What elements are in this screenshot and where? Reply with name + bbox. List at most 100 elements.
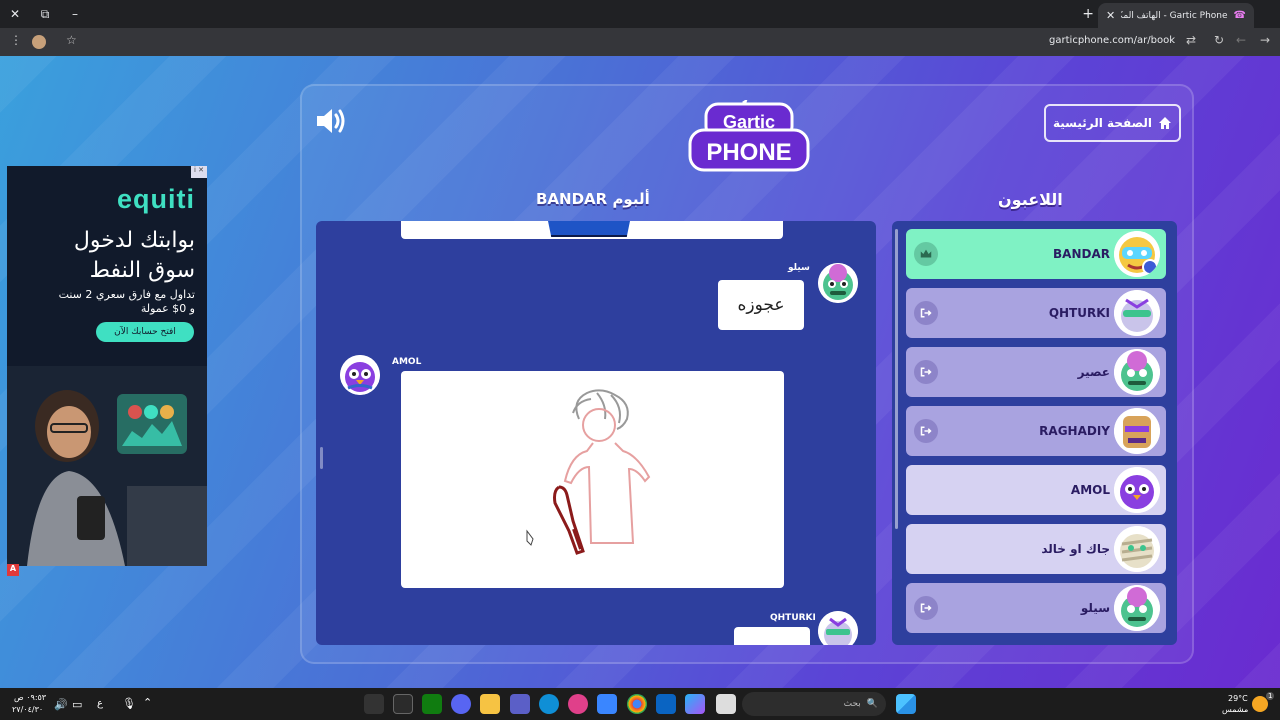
menu-dots-icon[interactable]: ⋮ <box>10 33 22 47</box>
exit-icon[interactable] <box>914 596 938 620</box>
ad-headline: بوابتك لدخول سوق النفط <box>73 228 195 283</box>
player-name: جاك او خالد <box>1041 542 1110 556</box>
tab-close-icon[interactable]: ✕ <box>1106 9 1115 22</box>
site-settings-icon[interactable]: ⇄ <box>1186 33 1196 47</box>
search-icon: 🔍 <box>866 699 878 709</box>
player-name: QHTURKI <box>1048 306 1110 320</box>
windows-taskbar: ٠٩:٥٣ ص ٢٧/٠٤/٣٠ 🔊 ▭ ع 🎙 ⌃ 🔍 بحث 29°C مش… <box>0 688 1280 720</box>
media-player-icon[interactable] <box>568 694 588 714</box>
entry-text: عجوزه <box>718 280 804 330</box>
microphone-icon[interactable]: 🎙 <box>122 697 136 710</box>
exit-icon[interactable] <box>914 301 938 325</box>
store-icon[interactable] <box>597 694 617 714</box>
crown-icon <box>914 242 938 266</box>
page-content: i ✕ equiti بوابتك لدخول سوق النفط تداول … <box>0 56 1280 688</box>
discord-icon[interactable] <box>451 694 471 714</box>
teams-icon[interactable] <box>510 694 530 714</box>
drawing-canvas <box>526 389 651 555</box>
player-avatar <box>1114 408 1160 454</box>
maximize-window-button[interactable]: ⧉ <box>30 0 60 28</box>
album-scroll-handle[interactable] <box>320 447 323 469</box>
player-avatar <box>1114 349 1160 395</box>
search-placeholder: بحث <box>843 699 861 709</box>
minimize-window-button[interactable]: – <box>60 0 90 28</box>
volume-icon[interactable]: 🔊 <box>54 698 68 711</box>
player-name: عصير <box>1077 365 1110 379</box>
entry-text-partial <box>734 627 810 645</box>
album-feed[interactable]: سيلو عجوزه AMOL QHTURKI <box>316 221 876 645</box>
player-avatar <box>1114 526 1160 572</box>
entry-author: AMOL <box>392 357 422 367</box>
bookmark-star-icon[interactable]: ☆ <box>66 33 77 47</box>
app-icon-obs[interactable] <box>364 694 384 714</box>
player-row-silo[interactable]: سيلو <box>906 583 1166 633</box>
exit-icon[interactable] <box>914 360 938 384</box>
exit-icon[interactable] <box>914 419 938 443</box>
notification-count[interactable]: 1 <box>1266 692 1275 700</box>
tab-title: Gartic Phone - الهاتف المكسور <box>1121 10 1228 21</box>
svg-text:PHONE: PHONE <box>706 139 791 166</box>
weather-text[interactable]: مشمس <box>1222 705 1248 714</box>
profile-avatar[interactable] <box>32 35 46 49</box>
taskbar-search[interactable]: 🔍 بحث <box>742 692 886 716</box>
tray-chevron-icon[interactable]: ⌃ <box>143 696 152 709</box>
home-button-label: الصفحة الرئيسية <box>1052 116 1153 130</box>
entry-avatar <box>818 611 858 645</box>
tab-favicon-icon: ☎ <box>1233 10 1246 21</box>
address-bar: ⋮ ☆ garticphone.com/ar/book ⇄ ↻ ← → <box>0 28 1280 56</box>
ad-banner[interactable]: i ✕ equiti بوابتك لدخول سوق النفط تداول … <box>7 166 207 566</box>
epic-games-icon[interactable] <box>393 694 413 714</box>
entry-avatar <box>818 263 858 303</box>
player-avatar <box>1114 290 1160 336</box>
notepad-icon[interactable] <box>716 694 736 714</box>
entry-author: سيلو <box>788 263 810 273</box>
game-container: Gartic PHONE الصفحة الرئيسية ألبوم BANDA… <box>300 84 1194 664</box>
language-indicator[interactable]: ع <box>97 698 103 709</box>
ad-person-image <box>7 366 207 566</box>
weather-sun-icon[interactable] <box>1252 696 1268 712</box>
player-row-amol: AMOL <box>906 465 1166 515</box>
start-button-icon[interactable] <box>896 694 916 714</box>
player-row-aseer[interactable]: عصير <box>906 347 1166 397</box>
players-scroll-handle[interactable] <box>895 229 898 529</box>
ad-cta-button[interactable]: افتح حسابك الآن <box>96 322 194 342</box>
browser-tabbar: ✕ ⧉ – + ☎ Gartic Phone - الهاتف المكسور … <box>0 0 1280 28</box>
file-explorer-icon[interactable] <box>480 694 500 714</box>
clock-time[interactable]: ٠٩:٥٣ ص <box>14 693 46 702</box>
player-row-jack: جاك او خالد <box>906 524 1166 574</box>
browser-tab[interactable]: ☎ Gartic Phone - الهاتف المكسور ✕ <box>1098 3 1254 28</box>
url-text[interactable]: garticphone.com/ar/book <box>1049 35 1175 46</box>
svg-text:Gartic: Gartic <box>723 112 775 132</box>
reload-icon[interactable]: ↻ <box>1214 33 1224 47</box>
close-window-button[interactable]: ✕ <box>0 0 30 28</box>
entry-drawing <box>401 371 784 588</box>
edge-icon[interactable] <box>539 694 559 714</box>
copilot-icon[interactable] <box>685 694 705 714</box>
players-title: اللاعبون <box>998 190 1063 209</box>
players-list: BANDAR QHTURKI عصير RAGHADIY AMOL جاك او… <box>892 221 1177 645</box>
new-tab-button[interactable]: + <box>1082 6 1094 22</box>
home-button[interactable]: الصفحة الرئيسية <box>1044 104 1181 142</box>
forward-icon[interactable]: ← <box>1236 33 1246 47</box>
chrome-icon[interactable] <box>627 694 647 714</box>
player-avatar <box>1114 585 1160 631</box>
ad-report-icon[interactable]: A <box>7 564 19 576</box>
xbox-icon[interactable] <box>422 694 442 714</box>
back-icon[interactable]: → <box>1260 33 1270 47</box>
player-name: AMOL <box>1070 483 1110 497</box>
player-row-qhturki[interactable]: QHTURKI <box>906 288 1166 338</box>
player-name: سيلو <box>1080 601 1110 615</box>
weather-temp[interactable]: 29°C <box>1228 694 1248 703</box>
entry-avatar <box>340 355 380 395</box>
player-row-raghadiy[interactable]: RAGHADIY <box>906 406 1166 456</box>
player-row-bandar: BANDAR <box>906 229 1166 279</box>
player-name: BANDAR <box>1053 247 1110 261</box>
network-icon[interactable]: ▭ <box>72 698 82 711</box>
outlook-icon[interactable] <box>656 694 676 714</box>
ad-logo: equiti <box>117 184 195 214</box>
entry-author: QHTURKI <box>770 613 816 623</box>
clock-date[interactable]: ٢٧/٠٤/٣٠ <box>12 705 43 714</box>
album-title: ألبوم BANDAR <box>536 190 650 208</box>
sound-toggle-icon[interactable] <box>314 106 348 136</box>
ad-choices-icon[interactable]: i ✕ <box>191 166 207 178</box>
